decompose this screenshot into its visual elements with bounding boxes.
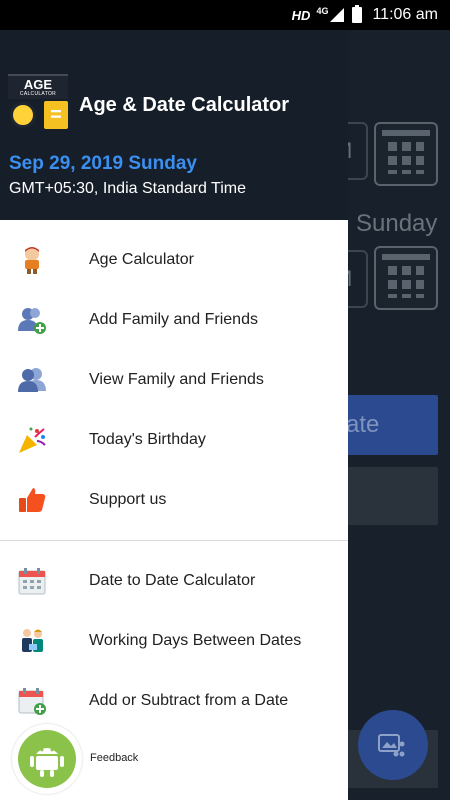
menu-item-label: Date to Date Calculator [89, 572, 256, 589]
menu-item-label: Support us [89, 491, 167, 508]
share-image-fab[interactable] [358, 710, 428, 780]
app-logo: AGE CALCULATOR = [8, 74, 68, 130]
app-title: Age & Date Calculator [79, 94, 290, 116]
to-date-calendar-button[interactable] [374, 246, 438, 310]
navigation-drawer: AGE CALCULATOR = Age & Date Calculator S… [0, 30, 348, 800]
current-date: Sep 29, 2019 Sunday [9, 153, 197, 174]
menu-item-label: Working Days Between Dates [89, 632, 302, 649]
menu-item-todays-birthday[interactable]: Today's Birthday [0, 410, 348, 470]
menu-item-add-subtract-date[interactable]: Add or Subtract from a Date [0, 671, 348, 731]
day-label: Sunday [356, 210, 438, 237]
android-watermark-logo [12, 724, 82, 794]
add-person-icon [16, 304, 48, 336]
menu-item-label: Add or Subtract from a Date [89, 692, 289, 709]
menu-item-label: Today's Birthday [89, 431, 206, 448]
boy-icon [16, 244, 48, 276]
status-bar: HD 4G 11:06 am [0, 0, 450, 30]
workers-icon [16, 625, 48, 657]
drawer-header: AGE CALCULATOR = Age & Date Calculator S… [0, 30, 348, 220]
timezone-label: GMT+05:30, India Standard Time [9, 180, 247, 197]
signal-icon [330, 8, 345, 22]
hd-indicator: HD [291, 7, 311, 23]
menu-item-view-family[interactable]: View Family and Friends [0, 350, 348, 410]
calendar-icon [388, 266, 424, 298]
people-icon [16, 364, 48, 396]
stopwatch-icon [10, 102, 36, 128]
menu-divider [0, 540, 348, 541]
calendar-icon [16, 565, 48, 597]
feedback-label: Feedback [90, 752, 139, 764]
menu-item-date-to-date[interactable]: Date to Date Calculator [0, 551, 348, 611]
menu-item-label: View Family and Friends [89, 371, 264, 388]
from-date-calendar-button[interactable] [374, 122, 438, 186]
menu-item-label: Age Calculator [89, 251, 194, 268]
battery-icon [352, 5, 363, 23]
image-share-icon [378, 734, 405, 757]
clock: 11:06 am [372, 6, 438, 23]
menu-item-age-calculator[interactable]: Age Calculator [0, 230, 348, 290]
thumbs-up-icon [16, 484, 48, 516]
android-icon [30, 748, 64, 777]
equals-icon: = [44, 101, 68, 129]
menu-item-working-days[interactable]: Working Days Between Dates [0, 611, 348, 671]
calendar-icon [388, 142, 424, 174]
calendar-add-icon [16, 685, 48, 717]
menu-item-add-family[interactable]: Add Family and Friends [0, 290, 348, 350]
network-type: 4G [316, 6, 329, 16]
menu-item-support-us[interactable]: Support us [0, 470, 348, 530]
menu-item-label: Add Family and Friends [89, 311, 258, 328]
party-popper-icon [16, 424, 48, 456]
